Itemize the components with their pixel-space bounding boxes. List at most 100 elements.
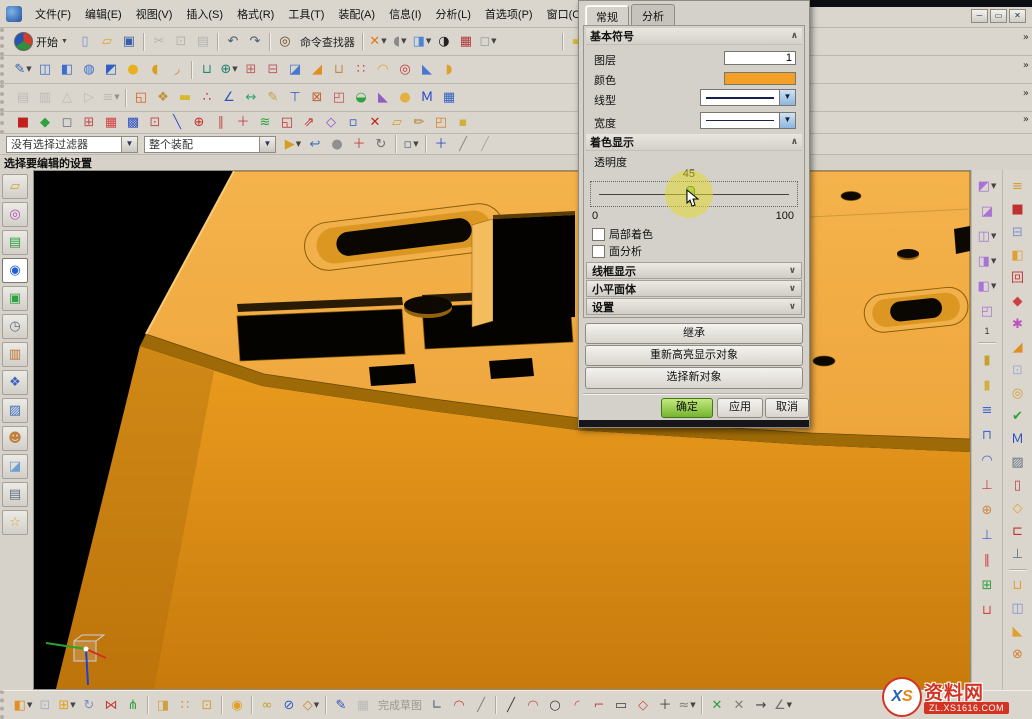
render-scene-icon[interactable]: ▨ <box>2 398 28 423</box>
select-box-icon[interactable]: ▫ <box>342 113 364 133</box>
internet-explorer-icon[interactable]: ◉ <box>2 258 28 283</box>
split-body-icon[interactable]: ⊟ <box>1006 222 1030 243</box>
boolean-icon[interactable]: ⊕▼ <box>218 60 240 80</box>
group-wireframe-display[interactable]: 线框显示 ∨ <box>586 262 802 279</box>
selection-scope-combo[interactable]: 整个装配 ▼ <box>144 136 276 153</box>
start-button[interactable]: 开始 ▼ <box>12 32 74 51</box>
chevron-down-icon[interactable]: ∨ <box>789 302 796 312</box>
cube-dd-icon[interactable]: ◇▼ <box>300 695 322 715</box>
polygon-icon[interactable]: ◇ <box>320 113 342 133</box>
checkbox-face-analysis[interactable]: 面分析 <box>592 243 642 259</box>
cancel-button[interactable]: 取消 <box>765 398 809 418</box>
stud-icon[interactable]: ▮ <box>975 375 999 396</box>
pattern-component-icon[interactable]: ∷ <box>174 695 196 715</box>
model-round-hole[interactable] <box>404 296 452 314</box>
color-map-icon[interactable]: ◒ <box>350 88 372 108</box>
line-a-icon[interactable]: ╱ <box>452 134 474 154</box>
overflow-chevron-icon[interactable]: » <box>1023 114 1029 125</box>
minimize-button[interactable]: ─ <box>971 9 988 23</box>
sketch-pencil-icon[interactable]: ✎ <box>330 695 352 715</box>
subtract-icon[interactable]: ⊟ <box>262 60 284 80</box>
assembly-view-icon[interactable]: ▦ <box>455 32 477 52</box>
gem-icon[interactable]: ◆ <box>1006 291 1030 312</box>
rehighlight-objects-button[interactable]: 重新高亮显示对象 <box>585 345 803 366</box>
chamfer-icon[interactable]: ◣ <box>416 60 438 80</box>
add-body-icon[interactable]: ⊞▼ <box>56 695 78 715</box>
line-b-icon[interactable]: ╱ <box>474 134 496 154</box>
menu-item-4[interactable]: 格式(R) <box>230 3 281 25</box>
datum-display-icon[interactable]: ◆ <box>34 113 56 133</box>
chevron-up-icon[interactable]: ∧ <box>791 31 798 41</box>
menu-item-9[interactable]: 首选项(P) <box>478 3 540 25</box>
bolt-icon[interactable]: ▮ <box>975 350 999 371</box>
wireframe-box-icon[interactable]: ◻ <box>56 113 78 133</box>
datum-plane-icon[interactable]: ◫ <box>34 60 56 80</box>
clamp-icon[interactable]: ⊥ <box>975 475 999 496</box>
frame-icon[interactable]: 回 <box>1006 268 1030 289</box>
clay-icon[interactable]: ● <box>394 88 416 108</box>
resize-face-icon[interactable]: ◧▼ <box>975 276 999 297</box>
assembly-navigator-icon[interactable]: ▱ <box>2 174 28 199</box>
color-palette-icon[interactable]: ▦ <box>100 113 122 133</box>
spline-tool-icon[interactable]: ≈▼ <box>676 695 698 715</box>
menu-item-8[interactable]: 分析(L) <box>428 3 477 25</box>
pan-icon[interactable]: ＋ <box>430 134 452 154</box>
parallel-lines-icon[interactable]: ∥ <box>210 113 232 133</box>
section-analysis-icon[interactable]: ◰ <box>328 88 350 108</box>
sprout-check-icon[interactable]: ✔ <box>1006 406 1030 427</box>
chain-icon[interactable]: ∞ <box>256 695 278 715</box>
checker-icon[interactable]: ▩ <box>122 113 144 133</box>
history-clock-icon[interactable]: ◷ <box>2 314 28 339</box>
redo-icon[interactable]: ↷ <box>244 32 266 52</box>
arc-n-icon[interactable]: ◠ <box>448 695 470 715</box>
chevron-down-icon[interactable]: ▼ <box>779 113 795 128</box>
pins-icon[interactable]: ∥ <box>975 550 999 571</box>
overflow-chevron-icon[interactable]: » <box>1023 32 1029 43</box>
close-button[interactable]: ✕ <box>1009 9 1026 23</box>
overflow-chevron-icon[interactable]: » <box>1023 60 1029 71</box>
bracket-icon[interactable]: ⊓ <box>975 425 999 446</box>
flower-icon[interactable]: ✱ <box>1006 314 1030 335</box>
object-display-icon[interactable]: ❖ <box>152 88 174 108</box>
block-icon[interactable]: ◩ <box>100 60 122 80</box>
target-icon[interactable]: ⊕ <box>188 113 210 133</box>
back-arrow-icon[interactable]: ↩ <box>304 134 326 154</box>
sweep-icon[interactable]: ◠ <box>372 60 394 80</box>
view-box-icon[interactable]: ◨▼ <box>411 32 433 52</box>
boss-icon[interactable]: ◖ <box>144 60 166 80</box>
chevron-down-icon[interactable]: ∨ <box>789 284 796 294</box>
rotate-icon[interactable]: ↻ <box>370 134 392 154</box>
extrude-icon[interactable]: ◧ <box>56 60 78 80</box>
rings-icon[interactable]: ◎ <box>1006 383 1030 404</box>
delete-face-icon[interactable]: ◪ <box>975 201 999 222</box>
measure-icon[interactable]: ↔ <box>240 88 262 108</box>
part-navigator-icon[interactable]: ▤ <box>2 230 28 255</box>
open-folder-icon[interactable]: ▱ <box>96 32 118 52</box>
vector-icon[interactable]: ⇗ <box>298 113 320 133</box>
slope-icon[interactable]: ◣ <box>372 88 394 108</box>
model-window-cutout[interactable] <box>237 309 405 361</box>
ok-button[interactable]: 确定 <box>661 398 713 418</box>
menu-item-5[interactable]: 工具(T) <box>281 3 331 25</box>
chevron-down-icon[interactable]: ▼ <box>259 137 275 152</box>
menu-item-2[interactable]: 视图(V) <box>129 3 180 25</box>
offset-face-icon[interactable]: ◨▼ <box>975 251 999 272</box>
menu-item-1[interactable]: 编辑(E) <box>78 3 129 25</box>
quick-trim-icon[interactable]: → <box>750 695 772 715</box>
polygon-tool-icon[interactable]: ◇ <box>632 695 654 715</box>
m-wave-icon[interactable]: Ｍ <box>1006 429 1030 450</box>
chevron-up-icon[interactable]: ∧ <box>791 137 798 147</box>
color-swatch[interactable] <box>724 72 796 85</box>
corner-tool-icon[interactable]: ⌐ <box>588 695 610 715</box>
model-cavity-cutout[interactable] <box>493 215 575 321</box>
group-facet-body[interactable]: 小平面体 ∨ <box>586 280 802 297</box>
width-combo[interactable]: ▼ <box>700 112 796 129</box>
roles-icon[interactable]: ☻ <box>2 426 28 451</box>
edge-blend-icon[interactable]: ◞ <box>166 60 188 80</box>
shaded-view-icon[interactable]: ◑ <box>433 32 455 52</box>
linetype-combo[interactable]: ▼ <box>700 89 796 106</box>
copy-face-icon[interactable]: ◫▼ <box>975 226 999 247</box>
restore-button[interactable]: ▭ <box>990 9 1007 23</box>
point-analysis-icon[interactable]: ∴ <box>196 88 218 108</box>
menu-item-7[interactable]: 信息(I) <box>382 3 428 25</box>
